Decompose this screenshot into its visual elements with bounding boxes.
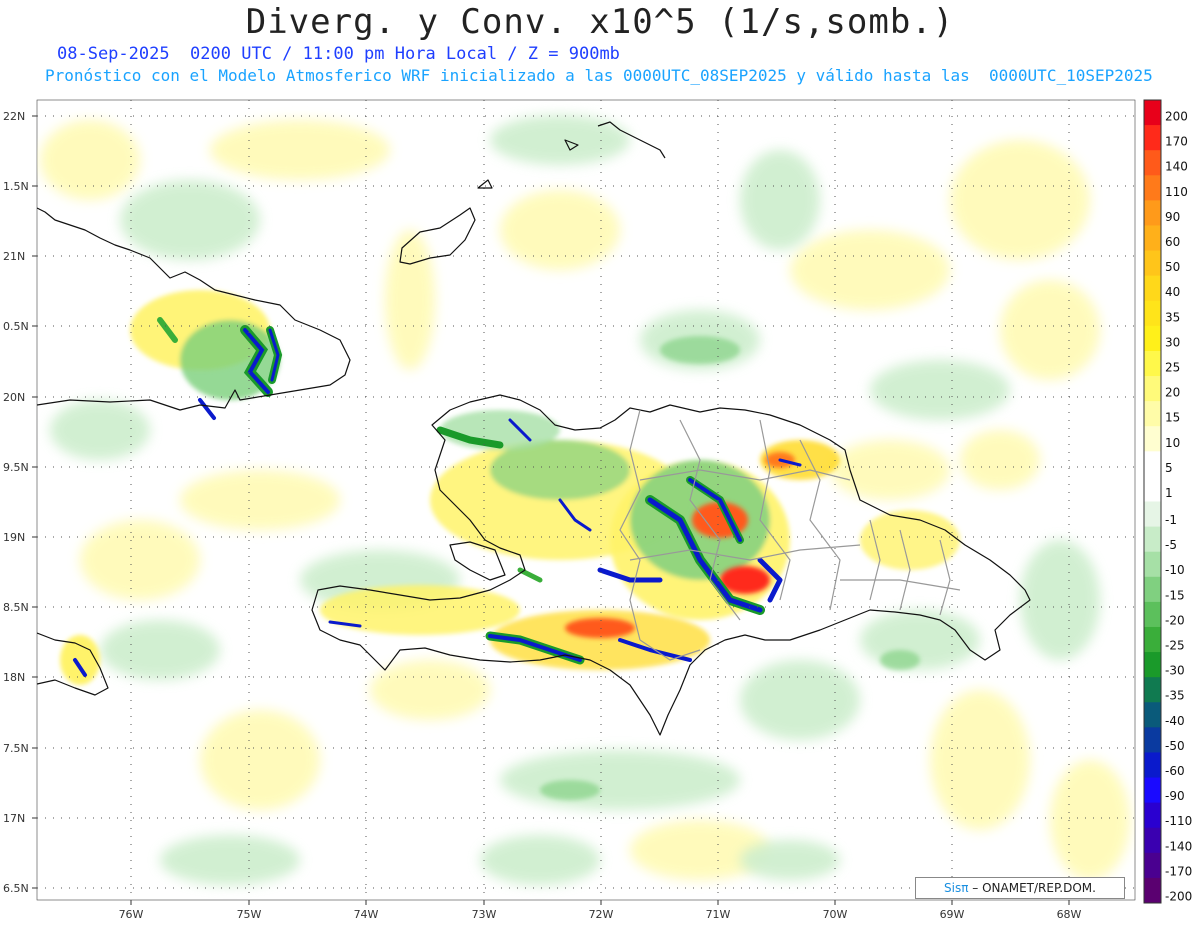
colorbar-label: 170 [1165,135,1188,149]
colorbar-label: -200 [1165,889,1192,903]
forecast-time-subtitle: 08-Sep-2025 0200 UTC / 11:00 pm Hora Loc… [57,44,620,64]
colorbar-label: 20 [1165,386,1180,400]
colorbar-swatch [1144,325,1161,352]
colorbar-swatch [1144,802,1161,829]
colorbar-label: -40 [1165,714,1185,728]
map-title: Diverg. y Conv. x10^5 (1/s,somb.) [245,2,955,42]
latitude-labels: 22N 1.5N 21N 0.5N 20N 9.5N 19N 8.5N 18N … [3,110,29,895]
colorbar-label: -5 [1165,538,1177,552]
colorbar: 200 170 140 110 90 60 50 40 35 30 25 20 15 10 5 1 -1 -5 -1… [1143,99,1192,904]
lat-label: 6.5N [3,882,29,895]
colorbar-label: -15 [1165,588,1185,602]
colorbar-label: -35 [1165,689,1185,703]
colorbar-swatch [1144,250,1161,277]
colorbar-swatch [1144,426,1161,452]
lon-label: 70W [823,908,848,921]
credit-text: – ONAMET/REP.DOM. [972,881,1096,895]
lon-label: 75W [237,908,262,921]
colorbar-swatch [1144,576,1161,603]
colorbar-swatch [1144,225,1161,252]
colorbar-swatch [1144,601,1161,628]
colorbar-swatch [1144,376,1161,402]
colorbar-label: 90 [1165,210,1180,224]
lat-label: 18N [3,671,25,684]
colorbar-label: 60 [1165,235,1180,249]
colorbar-swatch [1144,125,1161,151]
model-info-subtitle: Pronóstico con el Modelo Atmosferico WRF… [45,66,1153,85]
colorbar-label: 200 [1165,110,1188,124]
colorbar-label: 110 [1165,185,1188,199]
colorbar-label: -170 [1165,864,1192,878]
colorbar-label: 40 [1165,285,1180,299]
colorbar-swatch [1144,526,1161,553]
colorbar-label: -20 [1165,613,1185,627]
lon-label: 72W [589,908,614,921]
colorbar-swatch [1144,200,1161,226]
colorbar-swatch [1144,877,1161,904]
colorbar-swatch [1144,300,1161,327]
lat-label: 17N [3,812,25,825]
colorbar-label: 15 [1165,411,1180,425]
lat-label: 9.5N [3,461,29,474]
colorbar-label: 10 [1165,436,1180,450]
lat-label: 20N [3,391,25,404]
colorbar-swatch [1144,150,1161,176]
colorbar-swatch [1144,275,1161,302]
colorbar-swatch [1144,677,1161,703]
colorbar-label: 30 [1165,335,1180,349]
colorbar-swatch [1144,175,1161,201]
colorbar-swatch [1144,752,1161,779]
colorbar-label: -110 [1165,814,1192,828]
lat-label: 22N [3,110,25,123]
colorbar-swatch [1144,551,1161,578]
lon-label: 74W [354,908,379,921]
colorbar-swatch [1144,777,1161,804]
colorbar-label: -140 [1165,839,1192,853]
lat-label: 19N [3,531,25,544]
colorbar-swatch [1144,501,1161,528]
colorbar-label: -25 [1165,639,1185,653]
colorbar-swatch [1144,652,1161,678]
colorbar-label: 25 [1165,360,1180,374]
colorbar-swatch [1144,727,1161,753]
colorbar-label: 50 [1165,260,1180,274]
colorbar-label: -10 [1165,563,1185,577]
lat-label: 8.5N [3,601,29,614]
credit-box: Sisπ – ONAMET/REP.DOM. [915,877,1125,899]
colorbar-label: -30 [1165,664,1185,678]
colorbar-swatch [1144,476,1161,502]
longitude-labels: 76W 75W 74W 73W 72W 71W 70W 69W 68W [119,908,1082,921]
lat-label: 0.5N [3,320,29,333]
colorbar-label: 5 [1165,461,1173,475]
lat-label: 7.5N [3,742,29,755]
sispi-logo: Sisπ [944,881,969,895]
colorbar-label: 35 [1165,310,1180,324]
lon-label: 69W [940,908,965,921]
lat-label: 21N [3,250,25,263]
colorbar-swatch [1144,852,1161,879]
forecast-map: 22N 1.5N 21N 0.5N 20N 9.5N 19N 8.5N 18N … [3,99,1192,921]
colorbar-swatch [1144,350,1161,377]
colorbar-swatch [1144,827,1161,854]
lon-label: 71W [706,908,731,921]
colorbar-label: 140 [1165,160,1188,174]
colorbar-label: 1 [1165,486,1173,500]
colorbar-swatch [1144,401,1161,427]
lat-label: 1.5N [3,180,29,193]
colorbar-label: -90 [1165,789,1185,803]
colorbar-label: -1 [1165,513,1177,527]
lon-label: 76W [119,908,144,921]
colorbar-swatch [1144,100,1161,126]
lon-label: 73W [472,908,497,921]
colorbar-label: -60 [1165,764,1185,778]
lon-label: 68W [1057,908,1082,921]
colorbar-swatch [1144,626,1161,653]
colorbar-swatch [1144,702,1161,728]
colorbar-label: -50 [1165,739,1185,753]
colorbar-swatch [1144,451,1161,477]
